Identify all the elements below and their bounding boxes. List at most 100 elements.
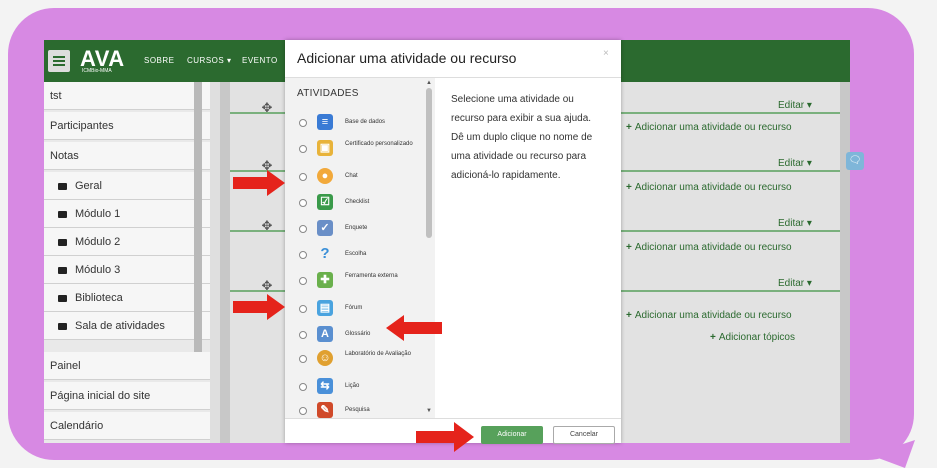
cancel-button[interactable]: Cancelar	[553, 426, 615, 444]
sidebar-item-painel[interactable]: Painel	[44, 352, 210, 380]
red-arrow-chat	[233, 170, 285, 196]
radio-button[interactable]	[299, 277, 307, 285]
left-sidebar: tst Participantes Notas Geral Módulo 1 M…	[44, 82, 210, 443]
activity-list-heading: ATIVIDADES	[297, 88, 359, 99]
sidebar-item-label: Módulo 1	[75, 208, 121, 220]
add-activity-label: Adicionar uma atividade ou recurso	[634, 122, 792, 133]
close-icon[interactable]: ×	[603, 48, 609, 59]
sidebar-item-label: Sala de atividades	[75, 320, 165, 332]
edit-section-link[interactable]: Editar ▾	[778, 278, 812, 289]
radio-button[interactable]	[299, 305, 307, 313]
glossary-icon: A	[317, 326, 333, 342]
puzzle-icon: ✚	[317, 272, 333, 288]
sidebar-item-modulo-2[interactable]: Módulo 2	[44, 228, 210, 256]
sidebar-item-participantes[interactable]: Participantes	[44, 112, 210, 140]
sidebar-item-label: Participantes	[50, 120, 114, 132]
radio-button[interactable]	[299, 355, 307, 363]
activity-label: Pesquisa	[345, 407, 370, 413]
folder-icon	[58, 322, 67, 330]
survey-icon: ✎	[317, 402, 333, 418]
edit-section-link[interactable]: Editar ▾	[778, 218, 812, 229]
activity-option-escolha[interactable]: ? Escolha	[297, 246, 425, 266]
add-button[interactable]: Adicionar	[481, 426, 543, 444]
sidebar-item-label: Calendário	[50, 420, 104, 432]
add-activity-link[interactable]: + Adicionar uma atividade ou recurso	[626, 242, 792, 253]
sidebar-item-pagina-inicial[interactable]: Página inicial do site	[44, 382, 210, 410]
radio-button[interactable]	[299, 383, 307, 391]
menu-toggle-button[interactable]	[48, 50, 70, 72]
add-topics-link[interactable]: + Adicionar tópicos	[710, 332, 795, 343]
add-activity-link[interactable]: + Adicionar uma atividade ou recurso	[626, 182, 792, 193]
activity-option-certificado[interactable]: ▣ Certificado personalizado	[297, 140, 425, 160]
edit-section-link[interactable]: Editar ▾	[778, 158, 812, 169]
activity-help-text: Selecione uma atividade ou recurso para …	[451, 94, 593, 181]
sidebar-item-label: Painel	[50, 360, 81, 372]
activity-option-ferramenta-externa[interactable]: ✚ Ferramenta externa	[297, 272, 425, 292]
database-icon: ≡	[317, 114, 333, 130]
sidebar-item-calendario[interactable]: Calendário	[44, 412, 210, 440]
activity-option-base-de-dados[interactable]: ≡ Base de dados	[297, 114, 425, 134]
sidebar-item-label: tst	[50, 90, 62, 102]
radio-button[interactable]	[299, 331, 307, 339]
activity-label: Base de dados	[345, 119, 386, 125]
add-activity-modal: Adicionar uma atividade ou recurso × ATI…	[285, 40, 621, 444]
activity-option-checklist[interactable]: ☑ Checklist	[297, 194, 425, 214]
edit-section-link[interactable]: Editar ▾	[778, 100, 812, 111]
scroll-down-icon[interactable]: ▼	[426, 408, 432, 414]
sidebar-item-modulo-1[interactable]: Módulo 1	[44, 200, 210, 228]
sidebar-item-label: Página inicial do site	[50, 390, 151, 402]
radio-button[interactable]	[299, 119, 307, 127]
nav-link-cursos[interactable]: CURSOS ▾	[187, 56, 231, 65]
activity-list-scrollbar[interactable]	[426, 88, 432, 238]
radio-button[interactable]	[299, 251, 307, 259]
sidebar-item-label: Notas	[50, 150, 79, 162]
activity-option-laboratorio[interactable]: ☺ Laboratório de Avaliação	[297, 350, 425, 370]
activity-label: Fórum	[345, 305, 363, 311]
certificate-icon: ▣	[317, 140, 333, 156]
folder-icon	[58, 266, 67, 274]
add-activity-link[interactable]: + Adicionar uma atividade ou recurso	[626, 122, 792, 133]
add-activity-label: Adicionar uma atividade ou recurso	[634, 182, 792, 193]
activity-label: Certificado personalizado	[345, 141, 413, 147]
red-arrow-glossario	[386, 315, 442, 341]
site-logo-subtitle: ICMBio-MMA	[82, 68, 112, 74]
red-arrow-adicionar	[416, 422, 474, 452]
scroll-up-icon[interactable]: ▲	[426, 80, 432, 86]
add-activity-link[interactable]: + Adicionar uma atividade ou recurso	[626, 310, 792, 321]
workshop-icon: ☺	[317, 350, 333, 366]
activity-option-licao[interactable]: ⇆ Lição	[297, 378, 425, 398]
activity-label: Laboratório de Avaliação	[345, 351, 411, 357]
sidebar-item-modulo-3[interactable]: Módulo 3	[44, 256, 210, 284]
sidebar-item-biblioteca[interactable]: Biblioteca	[44, 284, 210, 312]
activity-option-pesquisa[interactable]: ✎ Pesquisa	[297, 402, 425, 418]
radio-button[interactable]	[299, 199, 307, 207]
sidebar-item-label: Geral	[75, 180, 102, 192]
sidebar-item-label: Módulo 3	[75, 264, 121, 276]
activity-option-enquete[interactable]: ✓ Enquete	[297, 220, 425, 240]
sidebar-item-sala-de-atividades[interactable]: Sala de atividades	[44, 312, 210, 340]
help-badge-icon[interactable]: 🗨	[846, 152, 864, 170]
radio-button[interactable]	[299, 145, 307, 153]
activity-label: Escolha	[345, 251, 367, 257]
add-activity-label: Adicionar uma atividade ou recurso	[634, 242, 792, 253]
sidebar-scrollbar[interactable]	[194, 82, 202, 352]
forum-icon: ▤	[317, 300, 333, 316]
sidebar-item-tst[interactable]: tst	[44, 82, 210, 110]
checklist-icon: ☑	[317, 194, 333, 210]
nav-link-sobre[interactable]: SOBRE	[144, 56, 175, 65]
radio-button[interactable]	[299, 407, 307, 415]
sidebar-item-label: Biblioteca	[75, 292, 123, 304]
folder-icon	[58, 294, 67, 302]
sidebar-item-geral[interactable]: Geral	[44, 172, 210, 200]
nav-link-eventos[interactable]: EVENTO	[242, 56, 278, 65]
sidebar-item-notas[interactable]: Notas	[44, 142, 210, 170]
activity-option-chat[interactable]: ● Chat	[297, 168, 425, 188]
modal-footer-divider	[285, 418, 621, 419]
radio-button[interactable]	[299, 225, 307, 233]
poll-icon: ✓	[317, 220, 333, 236]
radio-button[interactable]	[299, 173, 307, 181]
red-arrow-forum	[233, 294, 285, 320]
lesson-icon: ⇆	[317, 378, 333, 394]
add-topics-label: Adicionar tópicos	[718, 332, 795, 343]
folder-icon	[58, 210, 67, 218]
